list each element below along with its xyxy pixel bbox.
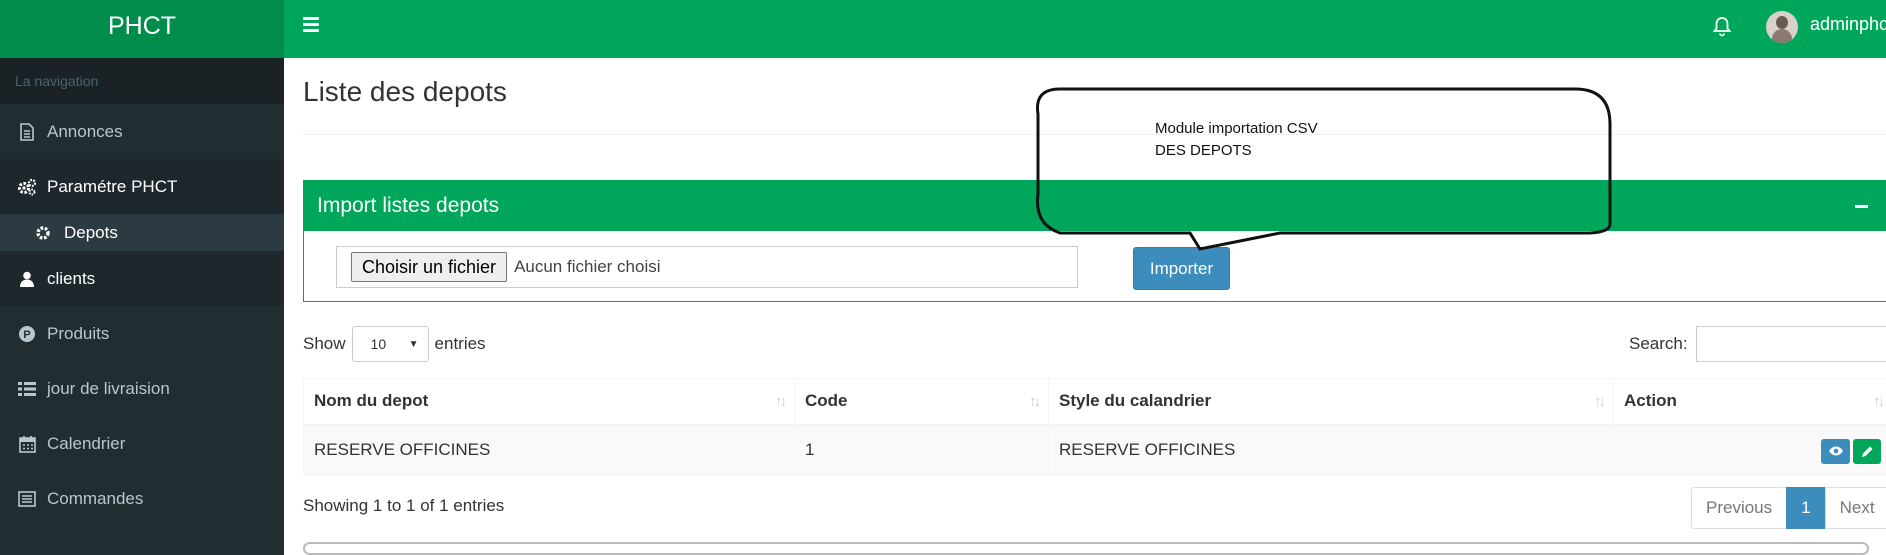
sidebar-item-commandes[interactable]: Commandes [0,471,284,526]
menu-toggle-icon[interactable] [303,17,319,32]
cell-code: 1 [794,424,1049,475]
sidebar-item-clients[interactable]: clients [0,251,284,306]
search-label: Search: [1629,334,1688,353]
column-header-style[interactable]: Style du calandrier ↑↓ [1048,378,1614,426]
table-header-row: Nom du depot ↑↓ Code ↑↓ Style du calandr… [303,378,1886,426]
svg-text:P: P [23,329,30,341]
calendar-icon [17,434,37,454]
sidebar-item-label: Annonces [47,121,123,141]
depots-table: Nom du depot ↑↓ Code ↑↓ Style du calandr… [303,378,1886,475]
show-entries-control: Show 10 ▼ entries [303,326,486,362]
sort-icon: ↑↓ [775,393,787,410]
user-name[interactable]: adminphct [1810,14,1886,35]
sidebar: La navigation Annonces Paramétre PHCT De… [0,58,284,555]
cell-style: RESERVE OFFICINES [1048,424,1614,475]
entries-label: entries [434,334,486,353]
collapse-minus-icon[interactable] [1855,205,1868,208]
sidebar-item-annonces[interactable]: Annonces [0,104,284,159]
sidebar-item-label: Calendrier [47,433,126,453]
cell-action [1613,424,1886,475]
file-input[interactable]: Choisir un fichier Aucun fichier choisi [336,246,1078,288]
callout-bubble [1035,87,1612,251]
next-page-button[interactable]: Next [1824,487,1886,529]
choose-file-button[interactable]: Choisir un fichier [351,252,508,282]
list-icon [17,379,37,399]
sidebar-header: La navigation [0,58,284,104]
entries-select-value: 10 [370,336,387,352]
user-icon [17,269,37,289]
sidebar-item-label: clients [47,268,96,288]
product-p-icon: P [17,324,37,344]
orders-icon [17,489,37,509]
sidebar-item-label: Depots [64,222,118,242]
search-control: Search: [1629,326,1886,362]
callout-line-1: Module importation CSV [1155,120,1318,137]
column-header-code[interactable]: Code ↑↓ [794,378,1049,426]
edit-button[interactable] [1853,438,1881,464]
page-1-button[interactable]: 1 [1786,487,1826,529]
pencil-icon [1861,446,1872,457]
file-status: Aucun fichier choisi [514,257,661,276]
top-navbar: PHCT adminphct [0,0,1886,58]
sidebar-item-jour-livraison[interactable]: jour de livraision [0,361,284,416]
sort-icon: ↑↓ [1594,393,1606,410]
sidebar-item-label: Commandes [47,488,144,508]
eye-icon [1828,446,1843,456]
gear-icon [34,224,52,242]
view-button[interactable] [1821,438,1850,464]
cogs-icon [17,177,37,197]
sidebar-item-label: jour de livraision [47,378,170,398]
brand-logo[interactable]: PHCT [0,0,284,58]
callout-line-2: DES DEPOTS [1155,142,1252,159]
page-title: Liste des depots [303,76,507,107]
sort-icon: ↑↓ [1029,393,1041,410]
table-row: RESERVE OFFICINES 1 RESERVE OFFICINES [303,424,1886,475]
user-avatar[interactable] [1766,11,1798,43]
table-info: Showing 1 to 1 of 1 entries [303,496,505,515]
show-label: Show [303,334,346,353]
file-text-icon [17,122,37,142]
sidebar-subitem-depots[interactable]: Depots [0,214,284,251]
entries-select[interactable]: 10 ▼ [351,326,429,362]
column-header-nom[interactable]: Nom du depot ↑↓ [303,378,795,426]
dropdown-arrow-icon: ▼ [408,338,419,350]
search-input[interactable] [1695,326,1886,362]
previous-page-button[interactable]: Previous [1691,487,1788,529]
cell-nom: RESERVE OFFICINES [303,424,795,475]
sidebar-item-label: Produits [47,323,110,343]
column-header-action[interactable]: Action ↑↓ [1613,378,1886,426]
sidebar-item-calendrier[interactable]: Calendrier [0,416,284,471]
callout-text: Module importation CSV DES DEPOTS [1155,118,1318,162]
horizontal-scrollbar[interactable] [303,542,1869,555]
notifications-bell-icon[interactable] [1712,16,1732,38]
pagination: Previous 1 Next [1691,487,1886,529]
sidebar-item-parametre[interactable]: Paramétre PHCT [0,159,284,214]
sidebar-item-produits[interactable]: P Produits [0,306,284,361]
sort-icon: ↑↓ [1873,393,1885,410]
sidebar-item-label: Paramétre PHCT [47,176,178,196]
